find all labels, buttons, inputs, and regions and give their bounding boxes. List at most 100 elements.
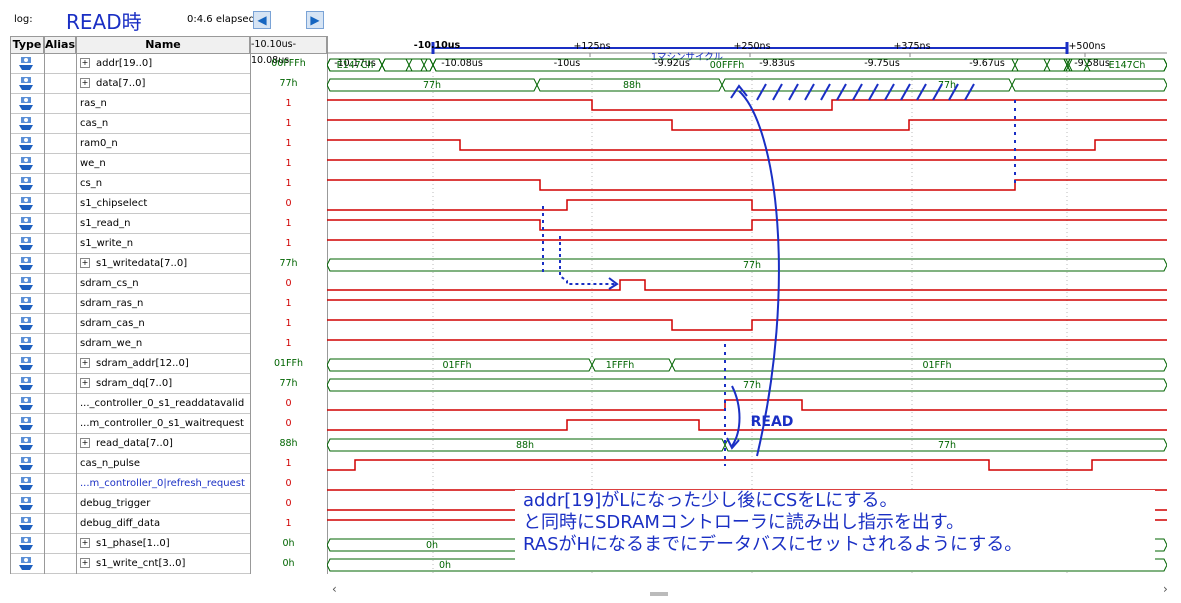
signal-name: debug_diff_data	[80, 518, 160, 529]
bus-value-label: 01FFh	[922, 360, 951, 371]
signal-name-text: cs_n	[80, 178, 103, 189]
signal-name: s1_write_n	[80, 238, 133, 249]
divider	[250, 36, 251, 574]
annotation-hatch	[804, 83, 815, 101]
signal-row[interactable]: sdram_we_n	[10, 334, 250, 354]
signal-row[interactable]: s1_chipselect	[10, 194, 250, 214]
signal-value: 1	[285, 338, 292, 349]
signal-name-text: s1_read_n	[80, 218, 131, 229]
expand-icon[interactable]: +	[80, 558, 90, 568]
signal-row[interactable]: we_n	[10, 154, 250, 174]
signal-row[interactable]: + s1_write_cnt[3..0]	[10, 554, 250, 574]
signal-row[interactable]: cas_n_pulse	[10, 454, 250, 474]
expand-icon[interactable]: +	[80, 358, 90, 368]
signal-row[interactable]: + s1_writedata[7..0]	[10, 254, 250, 274]
bus-signal-icon	[12, 256, 42, 272]
signal-values: 00FFFh 77h 1 1 1 1 1 0 1 1 77h 0 1 1 1 01FFh 77h 0 0 88h 1 0 0…	[250, 54, 327, 574]
expand-icon[interactable]: +	[80, 538, 90, 548]
signal-row[interactable]: s1_read_n	[10, 214, 250, 234]
signal-row[interactable]: debug_diff_data	[10, 514, 250, 534]
probe-signal-icon	[12, 96, 42, 112]
bottom-tick-label: -9.58us	[1074, 58, 1110, 69]
signal-value: 0	[285, 398, 292, 409]
signal-row[interactable]: sdram_ras_n	[10, 294, 250, 314]
signal-name: + addr[19..0]	[80, 58, 152, 69]
bus-value-label: 0h	[426, 540, 438, 551]
annotation-line: addr[19]がLになった少し後にCSをLにする。	[523, 490, 898, 511]
signal-trace	[327, 119, 1167, 131]
expand-icon[interactable]: +	[80, 78, 90, 88]
signal-row[interactable]: debug_trigger	[10, 494, 250, 514]
signal-name: s1_read_n	[80, 218, 130, 229]
column-header-alias[interactable]: Alias	[44, 36, 76, 54]
read-annotation: READ	[751, 414, 794, 430]
chevron-right-icon[interactable]: ›	[1163, 582, 1168, 596]
divider	[44, 36, 45, 574]
signal-value: 1	[285, 318, 292, 329]
signal-row[interactable]: + s1_phase[1..0]	[10, 534, 250, 554]
annotation-hatch	[900, 83, 911, 101]
probe-signal-icon	[12, 136, 42, 152]
signal-value: 1	[285, 118, 292, 129]
signal-name: + sdram_addr[12..0]	[80, 358, 189, 369]
signal-name: s1_chipselect	[80, 198, 147, 209]
column-header-name[interactable]: Name	[76, 36, 250, 54]
signal-row[interactable]: ..._controller_0_s1_readdatavalid	[10, 394, 250, 414]
top-tick-label: +500ns	[1068, 41, 1105, 52]
horizontal-scrollbar[interactable]: ‹ ›	[0, 576, 1181, 603]
next-transition-button[interactable]: ▶	[306, 11, 324, 29]
scrollbar-thumb[interactable]	[650, 592, 668, 596]
bus-value-label: 77h	[423, 80, 441, 91]
signal-value: 01FFh	[273, 358, 304, 369]
signal-name-text: read_data[7..0]	[96, 438, 173, 449]
signal-row[interactable]: + sdram_addr[12..0]	[10, 354, 250, 374]
signal-name: we_n	[80, 158, 106, 169]
signal-row[interactable]: s1_write_n	[10, 234, 250, 254]
signal-name-text: addr[19..0]	[96, 58, 153, 69]
signal-row[interactable]: ram0_n	[10, 134, 250, 154]
signal-row[interactable]: sdram_cas_n	[10, 314, 250, 334]
probe-signal-icon	[12, 276, 42, 292]
signal-row[interactable]: cas_n	[10, 114, 250, 134]
bus-value-label: E147Ch	[337, 60, 374, 71]
signal-row[interactable]: + sdram_dq[7..0]	[10, 374, 250, 394]
signal-value: 1	[285, 298, 292, 309]
bottom-tick-label: -9.92us	[654, 58, 690, 69]
annotation-hatch	[884, 83, 895, 101]
expand-icon[interactable]: +	[80, 58, 90, 68]
signal-value: 88h	[279, 438, 298, 449]
toolbar: log: READ時 0:4.6 elapsed ◀ ▶	[0, 0, 1181, 36]
bottom-tick-label: -10us	[554, 58, 581, 69]
annotation-line: と同時にSDRAMコントローラに読み出し指示を出す。	[523, 512, 965, 533]
expand-icon[interactable]: +	[80, 258, 90, 268]
probe-signal-icon	[12, 516, 42, 532]
signal-value: 1	[285, 138, 292, 149]
chevron-left-icon[interactable]: ‹	[332, 582, 337, 596]
signal-name: cs_n	[80, 178, 102, 189]
signal-name: + s1_write_cnt[3..0]	[80, 558, 185, 569]
bus-value-label: E147Ch	[1109, 60, 1146, 71]
read-title-annotation: READ時	[66, 10, 142, 34]
signal-row[interactable]: + read_data[7..0]	[10, 434, 250, 454]
annotation-line: RASがHになるまでにデータバスにセットされるようにする。	[523, 534, 1023, 555]
signal-row[interactable]: ...m_controller_0|refresh_request	[10, 474, 250, 494]
column-header-type[interactable]: Type	[10, 36, 44, 54]
probe-signal-icon	[12, 116, 42, 132]
signal-row[interactable]: ras_n	[10, 94, 250, 114]
bus-trace	[327, 438, 1167, 452]
probe-signal-icon	[12, 316, 42, 332]
signal-row[interactable]: cs_n	[10, 174, 250, 194]
expand-icon[interactable]: +	[80, 438, 90, 448]
probe-signal-icon	[12, 496, 42, 512]
signal-row[interactable]: + addr[19..0]	[10, 54, 250, 74]
signal-row[interactable]: ...m_controller_0_s1_waitrequest	[10, 414, 250, 434]
signal-row[interactable]: + data[7..0]	[10, 74, 250, 94]
signal-name-text: cas_n_pulse	[80, 458, 140, 469]
signal-value: 1	[285, 158, 292, 169]
expand-icon[interactable]: +	[80, 378, 90, 388]
probe-signal-icon	[12, 476, 42, 492]
previous-transition-button[interactable]: ◀	[253, 11, 271, 29]
signal-trace	[327, 319, 1167, 331]
signal-name-text: s1_chipselect	[80, 198, 148, 209]
signal-row[interactable]: sdram_cs_n	[10, 274, 250, 294]
